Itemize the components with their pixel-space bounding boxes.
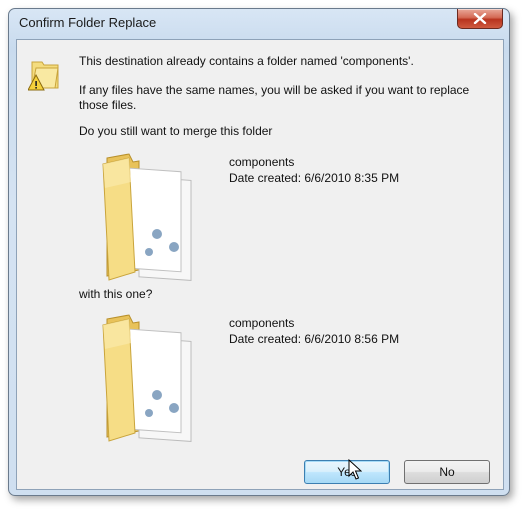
destination-folder-date: Date created: 6/6/2010 8:56 PM bbox=[229, 332, 400, 346]
message-with-this-one: with this one? bbox=[79, 287, 153, 301]
dialog-window: Confirm Folder Replace This destination … bbox=[8, 8, 510, 496]
dialog-title: Confirm Folder Replace bbox=[19, 15, 157, 30]
destination-folder-name: components bbox=[229, 316, 295, 330]
mouse-pointer-icon bbox=[348, 459, 362, 480]
message-destination: This destination already contains a fold… bbox=[79, 54, 414, 68]
source-folder-date: Date created: 6/6/2010 8:35 PM bbox=[229, 171, 400, 185]
destination-folder-info: components Date created: 6/6/2010 8:56 P… bbox=[229, 315, 399, 347]
dialog-body: This destination already contains a fold… bbox=[16, 39, 504, 490]
no-button[interactable]: No bbox=[404, 460, 490, 484]
message-merge-question: Do you still want to merge this folder bbox=[79, 124, 273, 138]
yes-button[interactable]: Yes bbox=[304, 460, 390, 484]
source-folder-name: components bbox=[229, 155, 295, 169]
source-folder-icon bbox=[102, 153, 192, 281]
close-button[interactable] bbox=[457, 9, 503, 29]
message-replace-info: If any files have the same names, you wi… bbox=[79, 83, 470, 112]
folder-warning-icon bbox=[28, 61, 59, 91]
destination-folder-icon bbox=[102, 314, 192, 442]
source-folder-info: components Date created: 6/6/2010 8:35 P… bbox=[229, 154, 399, 186]
close-icon bbox=[473, 13, 487, 24]
